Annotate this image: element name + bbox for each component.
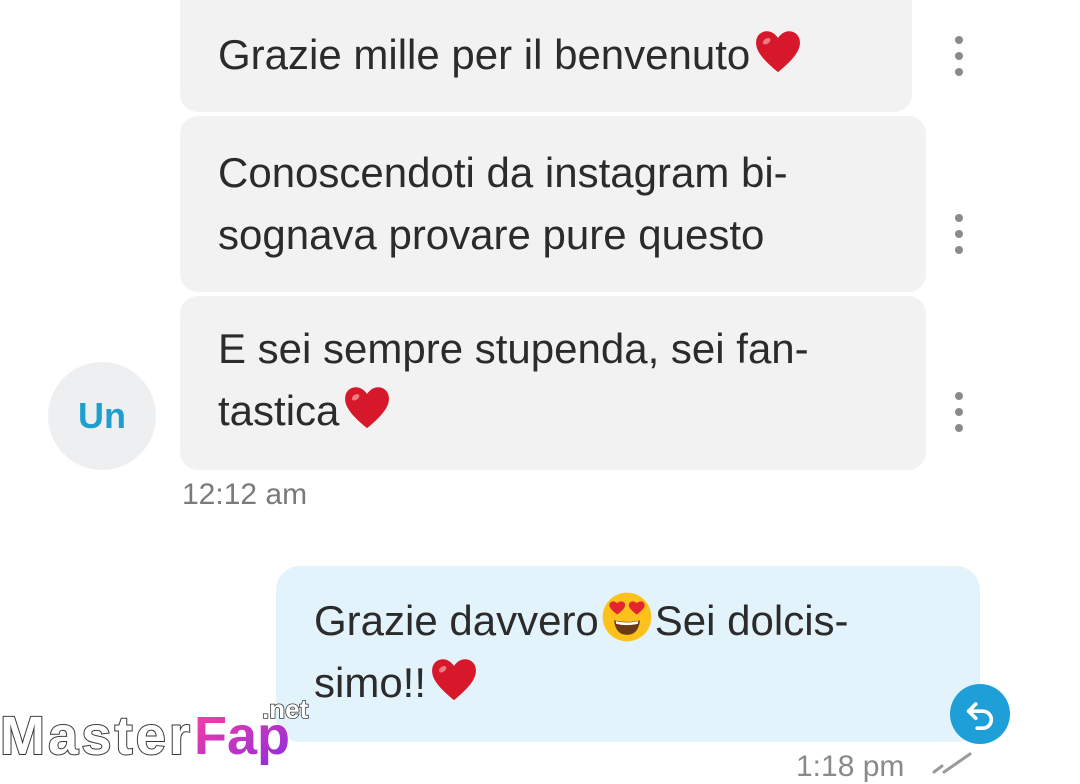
heart-emoji-icon: [756, 31, 801, 73]
reply-button[interactable]: [950, 684, 1010, 744]
message-text-line: simo!!: [314, 652, 960, 714]
heart-emoji-icon: [345, 387, 390, 429]
avatar[interactable]: Un: [48, 362, 156, 470]
message-text-line: E sei sempre stupenda, sei fan-: [218, 325, 809, 372]
watermark-main: Master: [0, 706, 190, 766]
heart-emoji-icon: [432, 659, 476, 701]
more-options-icon[interactable]: [949, 36, 969, 76]
message-bubble-outgoing[interactable]: Grazie davvero Sei dolcis- simo!!: [276, 566, 980, 742]
watermark-accent: Fap: [194, 706, 290, 766]
avatar-initials: Un: [78, 395, 126, 436]
more-options-icon[interactable]: [949, 214, 969, 254]
more-options-icon[interactable]: [949, 392, 969, 432]
message-timestamp: 1:18 pm: [796, 750, 905, 783]
message-text-line: Grazie davvero Sei dolcis-: [314, 590, 960, 652]
message-bubble-incoming[interactable]: E sei sempre stupenda, sei fan- tastica: [180, 296, 926, 470]
message-timestamp: 12:12 am: [182, 478, 308, 511]
message-bubble-incoming[interactable]: Conoscendoti da instagram bi- sognava pr…: [180, 116, 926, 292]
message-text-line: Conoscendoti da instagram bi-: [218, 149, 788, 196]
heart-eyes-emoji-icon: [602, 592, 652, 642]
message-bubble-incoming[interactable]: Grazie mille per il benvenuto: [180, 0, 912, 112]
check-icon: [932, 752, 972, 774]
watermark-logo: .net Master Fap: [0, 696, 309, 767]
message-text-line: sognava provare pure questo: [218, 211, 765, 258]
message-text-line: tastica: [218, 380, 906, 442]
message-text: Grazie mille per il benvenuto: [218, 24, 892, 86]
reply-icon: [966, 702, 994, 731]
